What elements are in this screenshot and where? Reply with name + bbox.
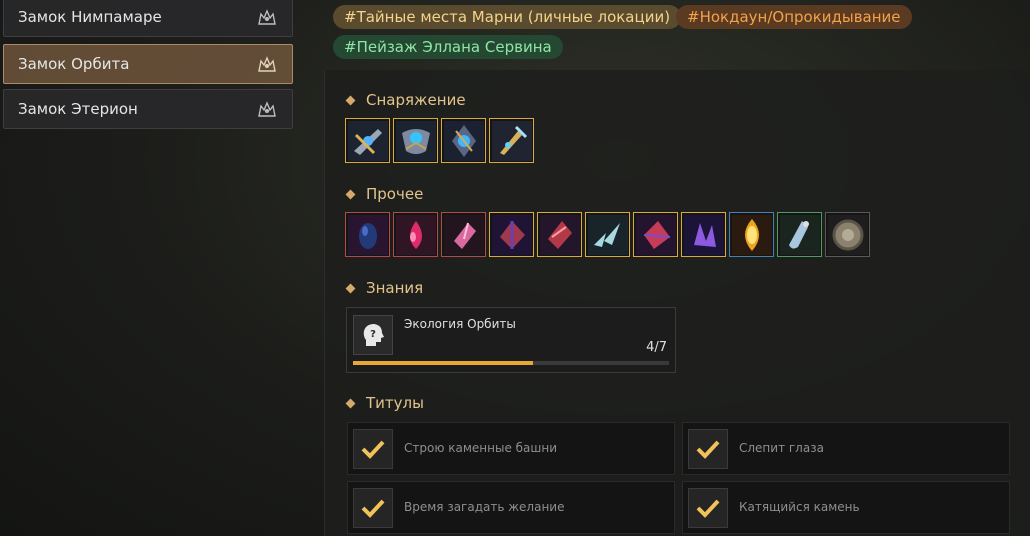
equipment-section-title: Снаряжение bbox=[345, 91, 466, 109]
golden-gem-icon[interactable] bbox=[729, 212, 774, 257]
purple-crystal-icon[interactable] bbox=[489, 212, 534, 257]
golden-weapon-icon[interactable] bbox=[489, 118, 534, 163]
title-card[interactable]: Время загадать желание bbox=[347, 481, 675, 534]
violet-crystal-icon[interactable] bbox=[681, 212, 726, 257]
title-name: Слепит глаза bbox=[739, 441, 824, 455]
title-name: Катящийся камень bbox=[739, 500, 860, 514]
sidebar-item-eterion[interactable]: Замок Этерион bbox=[3, 89, 293, 129]
dark-blue-stone-icon[interactable] bbox=[345, 212, 390, 257]
ice-shards-icon[interactable] bbox=[585, 212, 630, 257]
castle-sidebar: Замок Нимпамаре Замок Орбита Замок Этери… bbox=[0, 0, 296, 536]
castle-crown-icon bbox=[256, 53, 278, 75]
sidebar-item-nimpamare[interactable]: Замок Нимпамаре bbox=[3, 0, 293, 37]
check-icon bbox=[688, 429, 728, 469]
diamond-icon bbox=[345, 398, 356, 408]
title-name: Строю каменные башни bbox=[404, 441, 558, 455]
head-question-icon: ? bbox=[353, 315, 393, 355]
check-icon bbox=[353, 429, 393, 469]
diamond-icon bbox=[345, 283, 356, 293]
knowledge-name: Экология Орбиты bbox=[404, 317, 516, 331]
potion-flask-icon[interactable] bbox=[777, 212, 822, 257]
titles-section-title: Титулы bbox=[345, 394, 424, 412]
red-crystal-icon[interactable] bbox=[537, 212, 582, 257]
title-card[interactable]: Катящийся камень bbox=[682, 481, 1010, 534]
tag-ellan-landscape[interactable]: #Пейзаж Эллана Сервина bbox=[333, 35, 563, 59]
castle-details-panel: Снаряжение Прочее Знания ? Экология Орби… bbox=[324, 70, 1030, 536]
red-purple-crystal-icon[interactable] bbox=[633, 212, 678, 257]
knowledge-count: 4/7 bbox=[646, 340, 667, 355]
check-icon bbox=[353, 488, 393, 528]
sidebar-item-label: Замок Этерион bbox=[18, 100, 138, 118]
blue-gem-amulet-icon[interactable] bbox=[441, 118, 486, 163]
crossbow-artifact-icon[interactable] bbox=[345, 118, 390, 163]
title-card[interactable]: Строю каменные башни bbox=[347, 422, 675, 475]
sidebar-item-orbita[interactable]: Замок Орбита bbox=[3, 44, 293, 84]
tag-marni-secret-places[interactable]: #Тайные места Марни (личные локации) bbox=[333, 5, 682, 29]
blue-gem-armor-icon[interactable] bbox=[393, 118, 438, 163]
diamond-icon bbox=[345, 95, 356, 105]
knowledge-progress-fill bbox=[353, 361, 534, 365]
misc-section-title: Прочее bbox=[345, 185, 423, 203]
title-card[interactable]: Слепит глаза bbox=[682, 422, 1010, 475]
round-shield-icon[interactable] bbox=[825, 212, 870, 257]
title-name: Время загадать желание bbox=[404, 500, 565, 514]
castle-crown-icon bbox=[256, 98, 278, 120]
pink-crystal-icon[interactable] bbox=[441, 212, 486, 257]
knowledge-card[interactable]: ? Экология Орбиты 4/7 bbox=[346, 307, 676, 373]
misc-slots bbox=[345, 212, 870, 257]
svg-text:?: ? bbox=[370, 329, 376, 340]
castle-crown-icon bbox=[256, 6, 278, 28]
red-gem-icon[interactable] bbox=[393, 212, 438, 257]
sidebar-item-label: Замок Орбита bbox=[18, 55, 130, 73]
knowledge-section-title: Знания bbox=[345, 279, 423, 297]
diamond-icon bbox=[345, 189, 356, 199]
check-icon bbox=[688, 488, 728, 528]
sidebar-item-label: Замок Нимпамаре bbox=[18, 8, 162, 26]
knowledge-progress-bar bbox=[353, 361, 669, 365]
tag-knockdown[interactable]: #Нокдаун/Опрокидывание bbox=[676, 5, 912, 29]
equipment-slots bbox=[345, 118, 534, 163]
